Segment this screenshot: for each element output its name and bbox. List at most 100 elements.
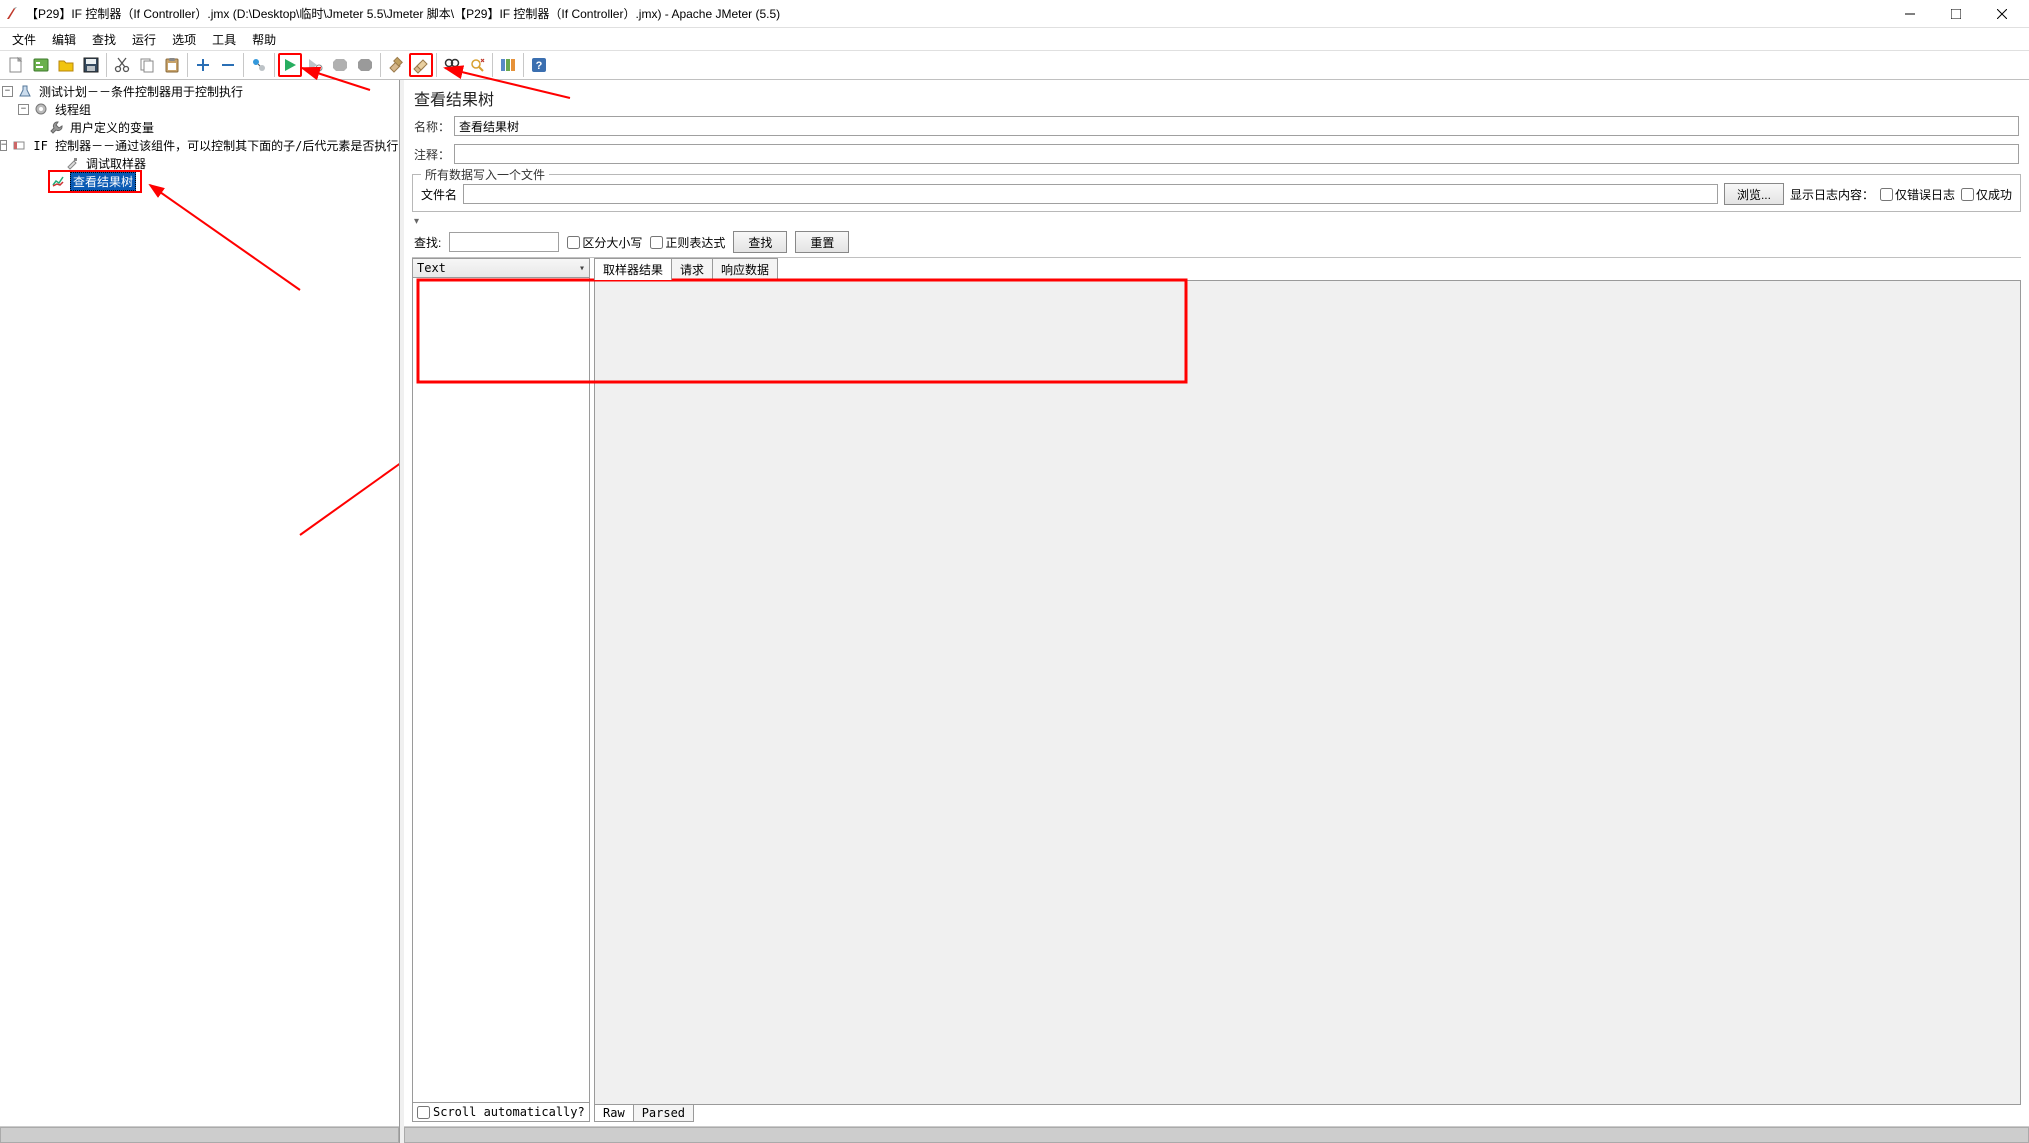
renderer-dropdown[interactable]: Text ▾ bbox=[412, 258, 590, 278]
stop-icon[interactable] bbox=[328, 53, 352, 77]
tree-node-test-plan[interactable]: − 测试计划－－条件控制器用于控制执行 bbox=[0, 82, 399, 100]
tree-node-view-results[interactable]: 查看结果树 bbox=[0, 172, 399, 190]
toggle-icon[interactable] bbox=[247, 53, 271, 77]
save-icon[interactable] bbox=[79, 53, 103, 77]
window-controls bbox=[1887, 0, 2025, 28]
tab-parsed[interactable]: Parsed bbox=[633, 1105, 694, 1122]
tree-node-if-controller[interactable]: − IF 控制器－－通过该组件，可以控制其下面的子/后代元素是否执行 bbox=[0, 136, 399, 154]
window-title: 【P29】IF 控制器（If Controller）.jmx (D:\Deskt… bbox=[26, 5, 1887, 22]
dropdown-value: Text bbox=[417, 261, 446, 275]
tabs-bottom: Raw Parsed bbox=[594, 1105, 2021, 1122]
tree-label: 用户定义的变量 bbox=[68, 119, 156, 136]
menu-help[interactable]: 帮助 bbox=[244, 29, 284, 50]
app-icon bbox=[4, 6, 20, 22]
comment-label: 注释： bbox=[414, 146, 454, 163]
search-button[interactable]: 查找 bbox=[733, 231, 787, 253]
results-area: Text ▾ Scroll automatically? 取样器结果 请求 响应… bbox=[412, 257, 2021, 1122]
tree-label: 测试计划－－条件控制器用于控制执行 bbox=[37, 83, 245, 100]
tab-request[interactable]: 请求 bbox=[671, 258, 713, 280]
minimize-button[interactable] bbox=[1887, 0, 1933, 28]
menu-file[interactable]: 文件 bbox=[4, 29, 44, 50]
only-error-checkbox[interactable] bbox=[1880, 188, 1893, 201]
panel-title: 查看结果树 bbox=[404, 80, 2029, 114]
new-icon[interactable] bbox=[4, 53, 28, 77]
tree-horizontal-scrollbar[interactable] bbox=[0, 1126, 399, 1143]
file-label: 文件名 bbox=[421, 186, 457, 203]
name-row: 名称： bbox=[404, 114, 2029, 138]
controller-icon bbox=[11, 137, 27, 153]
scroll-auto-label: Scroll automatically? bbox=[433, 1105, 585, 1119]
menu-options[interactable]: 选项 bbox=[164, 29, 204, 50]
shutdown-icon[interactable] bbox=[353, 53, 377, 77]
gear-icon bbox=[33, 101, 49, 117]
search-icon[interactable] bbox=[440, 53, 464, 77]
tab-raw[interactable]: Raw bbox=[594, 1105, 634, 1122]
results-detail-pane[interactable] bbox=[594, 280, 2021, 1105]
cut-icon[interactable] bbox=[110, 53, 134, 77]
tree-label: IF 控制器－－通过该组件，可以控制其下面的子/后代元素是否执行 bbox=[31, 137, 400, 154]
chart-icon bbox=[50, 173, 66, 189]
help-icon[interactable]: ? bbox=[527, 53, 551, 77]
collapse-icon[interactable] bbox=[216, 53, 240, 77]
tree-panel: − 测试计划－－条件控制器用于控制执行 − 线程组 用户定义的变量 − bbox=[0, 80, 400, 1143]
comment-input[interactable] bbox=[454, 144, 2019, 164]
maximize-button[interactable] bbox=[1933, 0, 1979, 28]
name-input[interactable] bbox=[454, 116, 2019, 136]
menu-search[interactable]: 查找 bbox=[84, 29, 124, 50]
svg-text:?: ? bbox=[536, 60, 543, 72]
tree-label: 查看结果树 bbox=[70, 172, 136, 191]
tree-node-thread-group[interactable]: − 线程组 bbox=[0, 100, 399, 118]
name-label: 名称： bbox=[414, 118, 454, 135]
copy-icon[interactable] bbox=[135, 53, 159, 77]
reset-search-icon[interactable] bbox=[465, 53, 489, 77]
results-right-column: 取样器结果 请求 响应数据 Raw Parsed bbox=[594, 258, 2021, 1122]
tree-toggle-icon[interactable]: − bbox=[18, 104, 29, 115]
wrench-icon bbox=[48, 119, 64, 135]
collapse-toggle-icon[interactable]: ▾ bbox=[404, 216, 2029, 227]
start-icon[interactable] bbox=[278, 53, 302, 77]
menu-edit[interactable]: 编辑 bbox=[44, 29, 84, 50]
log-content-label: 显示日志内容： bbox=[1790, 186, 1874, 203]
right-horizontal-scrollbar[interactable] bbox=[404, 1126, 2029, 1143]
regex-checkbox[interactable] bbox=[650, 236, 663, 249]
search-row: 查找: 区分大小写 正则表达式 查找 重置 bbox=[404, 227, 2029, 257]
browse-button[interactable]: 浏览... bbox=[1724, 183, 1784, 205]
chevron-down-icon: ▾ bbox=[579, 263, 585, 274]
case-sensitive-checkbox[interactable] bbox=[567, 236, 580, 249]
search-label: 查找: bbox=[414, 234, 441, 251]
scroll-auto-row: Scroll automatically? bbox=[412, 1103, 590, 1122]
toolbar: ? bbox=[0, 50, 2029, 80]
results-left-column: Text ▾ Scroll automatically? bbox=[412, 258, 590, 1122]
menubar: 文件 编辑 查找 运行 选项 工具 帮助 bbox=[0, 28, 2029, 50]
clear-icon[interactable] bbox=[384, 53, 408, 77]
file-output-group: 所有数据写入一个文件 文件名 浏览... 显示日志内容： 仅错误日志 仅成功 bbox=[412, 174, 2021, 212]
menu-tools[interactable]: 工具 bbox=[204, 29, 244, 50]
tree-node-user-vars[interactable]: 用户定义的变量 bbox=[0, 118, 399, 136]
tab-sampler-result[interactable]: 取样器结果 bbox=[594, 258, 672, 280]
clear-all-icon[interactable] bbox=[409, 53, 433, 77]
file-input[interactable] bbox=[463, 184, 1718, 204]
results-tree[interactable] bbox=[412, 278, 590, 1103]
tree-toggle-icon[interactable]: − bbox=[2, 86, 13, 97]
start-no-timers-icon[interactable] bbox=[303, 53, 327, 77]
menu-run[interactable]: 运行 bbox=[124, 29, 164, 50]
tree-toggle-icon[interactable]: − bbox=[0, 140, 7, 151]
case-sensitive-label: 区分大小写 bbox=[582, 234, 642, 251]
annotation-arrow bbox=[0, 80, 400, 1143]
test-plan-tree[interactable]: − 测试计划－－条件控制器用于控制执行 − 线程组 用户定义的变量 − bbox=[0, 80, 399, 192]
open-icon[interactable] bbox=[54, 53, 78, 77]
tab-response-data[interactable]: 响应数据 bbox=[712, 258, 778, 280]
beaker-icon bbox=[17, 83, 33, 99]
reset-button[interactable]: 重置 bbox=[795, 231, 849, 253]
right-panel: 查看结果树 名称： 注释： 所有数据写入一个文件 文件名 浏览... 显示日志内… bbox=[404, 80, 2029, 1143]
search-input[interactable] bbox=[449, 232, 559, 252]
comment-row: 注释： bbox=[404, 142, 2029, 166]
only-success-checkbox[interactable] bbox=[1961, 188, 1974, 201]
close-button[interactable] bbox=[1979, 0, 2025, 28]
templates-icon[interactable] bbox=[29, 53, 53, 77]
group-title: 所有数据写入一个文件 bbox=[421, 166, 549, 183]
expand-icon[interactable] bbox=[191, 53, 215, 77]
scroll-auto-checkbox[interactable] bbox=[417, 1106, 430, 1119]
paste-icon[interactable] bbox=[160, 53, 184, 77]
function-helper-icon[interactable] bbox=[496, 53, 520, 77]
